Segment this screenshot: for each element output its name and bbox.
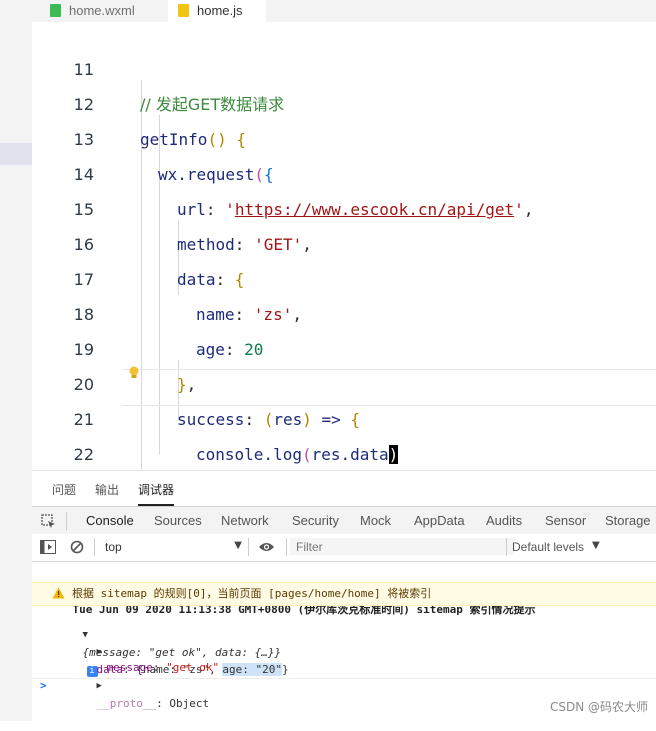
tab-storage[interactable]: Storage [605, 507, 651, 535]
warning-text: 根据 sitemap 的规则[0]，当前页面 [pages/home/home]… [72, 587, 432, 600]
sidebar-toggle-icon[interactable] [40, 540, 56, 554]
divider [506, 538, 507, 556]
log-object[interactable]: ▼ {message: "get ok", data: {…}} i [56, 607, 281, 677]
clear-console-icon[interactable] [70, 540, 84, 554]
tab-output[interactable]: 输出 [95, 481, 119, 498]
editor-tab-bar: home.wxml home.js [32, 0, 656, 24]
tab-home-wxml[interactable]: home.wxml [42, 0, 143, 22]
tab-debugger[interactable]: 调试器 [138, 481, 175, 506]
code-line-16: 16 data: { [32, 192, 656, 289]
code-line-17: 17 name: 'zs', [32, 227, 656, 324]
log-levels-select[interactable]: Default levels ▼ [510, 537, 610, 557]
tab-home-js[interactable]: home.js [168, 0, 266, 24]
chevron-down-icon: ▼ [234, 540, 242, 551]
code-line-23: 23 }) [32, 437, 656, 470]
chevron-down-icon: ▼ [592, 540, 600, 551]
context-value: top [105, 540, 122, 554]
console-toolbar: top ▼ Default levels ▼ [32, 534, 656, 562]
bottom-panel-tabs: 问题 输出 调试器 [32, 470, 656, 507]
code-line-11: 11 // 发起GET数据请求 [32, 22, 656, 114]
code-line-15: 15 method: 'GET', [32, 157, 656, 254]
code-line-18: 18 age: 20 [32, 262, 656, 359]
log-levels-value: Default levels [512, 540, 585, 554]
wxml-file-icon [50, 4, 61, 17]
tab-console[interactable]: Console [80, 507, 140, 536]
code-line-14: 14 url: 'https://www.escook.cn/api/get', [32, 122, 656, 219]
property-row-proto[interactable]: ▶ __proto__: Object [70, 658, 210, 710]
tab-network[interactable]: Network [221, 507, 269, 535]
divider [286, 538, 287, 556]
context-select[interactable]: top ▼ [98, 537, 242, 557]
tab-label: home.wxml [69, 3, 135, 18]
tab-problems[interactable]: 问题 [52, 481, 76, 498]
tab-appdata[interactable]: AppData [414, 507, 465, 535]
caret-right-icon: ▶ [96, 681, 102, 691]
code-editor[interactable]: 11 // 发起GET数据请求 12 getInfo() { 13 wx.req… [32, 22, 656, 470]
property-row-message: message: "get ok" [106, 661, 220, 674]
code-line-19: 19 }, [32, 297, 656, 394]
tab-sensor[interactable]: Sensor [545, 507, 586, 535]
side-strip [0, 0, 33, 721]
code-line-12: 12 getInfo() { [32, 52, 656, 149]
console-output: ▼ Tue Jun 09 2020 11:13:38 GMT+0800 (伊尔库… [32, 562, 656, 721]
tab-sources[interactable]: Sources [154, 507, 202, 535]
console-prompt[interactable]: > [40, 677, 47, 695]
property-row-data[interactable]: ▶ data: {name: "zs", age: "20"} [70, 624, 289, 676]
property-value: Object [169, 697, 210, 710]
property-value-end: } [281, 663, 289, 676]
selected-text: age: "20" [222, 663, 282, 676]
tab-mock[interactable]: Mock [360, 507, 391, 535]
log-group-header[interactable]: ▼ Tue Jun 09 2020 11:13:38 GMT+0800 (伊尔库… [42, 564, 536, 616]
tab-audits[interactable]: Audits [486, 507, 522, 535]
warning-icon [52, 587, 65, 599]
filter-input[interactable] [290, 538, 514, 555]
side-strip-selection [0, 143, 32, 165]
devtools-tab-bar: Console Sources Network Security Mock Ap… [32, 506, 656, 536]
divider [94, 538, 95, 556]
js-file-icon [178, 4, 189, 17]
divider [248, 538, 249, 556]
code-line-21: 21 console.log(res.data) [32, 367, 656, 464]
warning-message: 根据 sitemap 的规则[0]，当前页面 [pages/home/home]… [32, 582, 656, 606]
code-line-13: 13 wx.request({ [32, 87, 656, 184]
property-key: __proto__ [96, 697, 157, 710]
tab-security[interactable]: Security [292, 507, 339, 535]
code-line-22: 22 } [32, 402, 656, 464]
divider [32, 678, 656, 679]
code-line-20: 20 success: (res) => { [32, 332, 656, 429]
divider [66, 512, 67, 530]
inspect-element-icon[interactable] [41, 514, 56, 529]
tab-label: home.js [197, 3, 243, 18]
eye-icon[interactable] [258, 541, 275, 553]
watermark: CSDN @码农大师 [549, 700, 648, 714]
